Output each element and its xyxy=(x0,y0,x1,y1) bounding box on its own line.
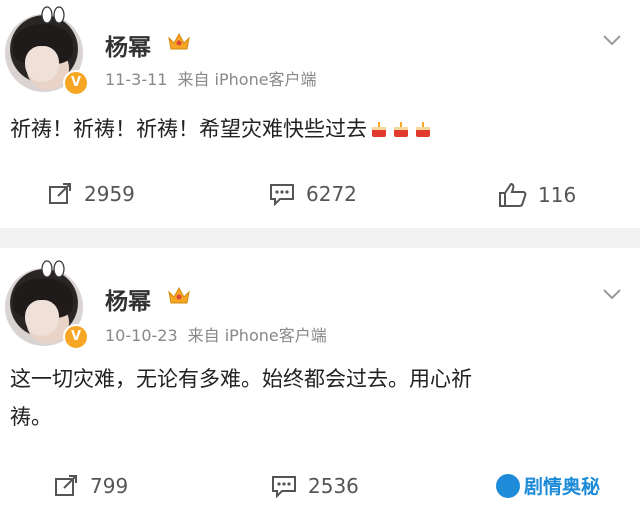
comment-icon xyxy=(272,476,296,498)
cake-icon xyxy=(394,122,408,137)
user-name[interactable]: 杨幂 xyxy=(105,28,151,62)
comment-icon xyxy=(270,184,294,206)
user-name[interactable]: 杨幂 xyxy=(105,282,151,316)
post-text-line-1: 这一切灾难，无论有多难。始终都会过去。用心祈 xyxy=(10,367,472,391)
repost-icon xyxy=(55,475,77,496)
avatar[interactable]: V xyxy=(5,260,89,350)
like-count: 116 xyxy=(538,183,577,207)
comment-button[interactable]: 6272 xyxy=(268,182,357,206)
chevron-down-icon[interactable] xyxy=(602,284,622,304)
crown-icon xyxy=(168,286,190,304)
cake-icon xyxy=(416,122,430,137)
post-content: 祈祷！祈祷！祈祷！希望灾难快些过去 xyxy=(10,110,610,148)
comment-count: 2536 xyxy=(308,474,359,498)
chevron-down-icon[interactable] xyxy=(602,30,622,50)
verified-badge-icon: V xyxy=(63,324,89,350)
repost-icon xyxy=(49,183,71,204)
action-bar: 2959 6272 116 xyxy=(0,176,640,216)
post-source: 来自 iPhone客户端 xyxy=(187,326,327,345)
crown-icon xyxy=(168,32,190,50)
comment-count: 6272 xyxy=(306,182,357,206)
avatar-face xyxy=(25,46,59,82)
thumbs-up-icon xyxy=(499,182,527,207)
comment-button[interactable]: 2536 xyxy=(270,474,359,498)
repost-button[interactable]: 2959 xyxy=(48,182,135,206)
post-meta: 10-10-23 来自 iPhone客户端 xyxy=(105,322,327,346)
post-date: 11-3-11 xyxy=(105,70,168,89)
bunny-ears-icon xyxy=(41,260,65,278)
post-date: 10-10-23 xyxy=(105,326,178,345)
verified-badge-icon: V xyxy=(63,70,89,96)
avatar[interactable]: V xyxy=(5,6,89,96)
post-content: 这一切灾难，无论有多难。始终都会过去。用心祈 祷。 xyxy=(10,360,610,436)
weibo-post-1: V 杨幂 11-3-11 来自 iPhone客户端 祈祷！祈祷！祈祷！希望灾难快些… xyxy=(0,0,640,228)
watermark-text: 剧情奥秘 xyxy=(524,476,601,498)
post-meta: 11-3-11 来自 iPhone客户端 xyxy=(105,66,317,90)
repost-button[interactable]: 799 xyxy=(54,474,128,498)
post-text: 祈祷！祈祷！祈祷！希望灾难快些过去 xyxy=(10,117,367,141)
avatar-face xyxy=(25,300,59,336)
post-source: 来自 iPhone客户端 xyxy=(177,70,317,89)
cake-icon xyxy=(372,122,386,137)
watermark: 剧情奥秘 xyxy=(496,472,600,499)
post-text-line-2: 祷。 xyxy=(10,405,52,429)
post-divider xyxy=(0,228,640,248)
bunny-ears-icon xyxy=(41,6,65,24)
repost-count: 799 xyxy=(90,474,129,498)
like-button[interactable]: 116 xyxy=(498,182,576,208)
repost-count: 2959 xyxy=(84,182,135,206)
watermark-logo-icon xyxy=(496,473,520,498)
